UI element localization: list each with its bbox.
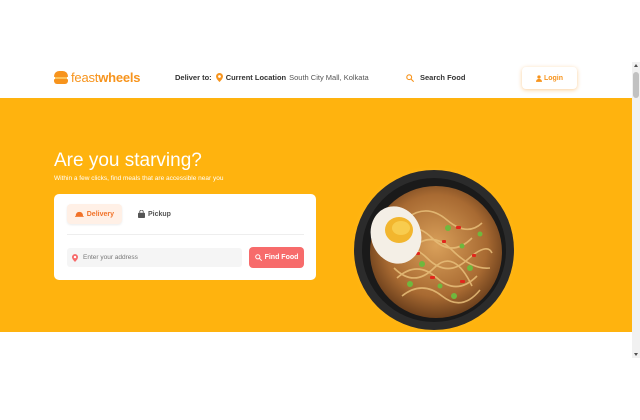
top-navbar: feastwheels Deliver to: Current Location… (0, 62, 632, 98)
order-card: Delivery Pickup Enter your address Find … (54, 194, 316, 280)
tab-pickup-label: Pickup (148, 210, 171, 218)
tab-delivery-label: Delivery (86, 210, 114, 218)
deliver-to-label: Deliver to: (175, 73, 212, 82)
delivery-location[interactable]: Deliver to: Current Location South City … (175, 73, 369, 82)
bag-icon (138, 210, 145, 218)
search-food-link[interactable]: Search Food (406, 73, 465, 82)
logo[interactable]: feastwheels (54, 70, 141, 85)
current-address: South City Mall, Kolkata (289, 73, 369, 82)
noodle-bowl-image (352, 168, 516, 332)
search-food-label: Search Food (420, 73, 466, 82)
scrollbar[interactable] (632, 62, 640, 358)
hero-section: Are you starving? Within a few clicks, f… (0, 98, 632, 332)
food-truck-icon (54, 70, 68, 85)
logo-word-feast: feast (71, 70, 99, 85)
hero-subtitle: Within a few clicks, find meals that are… (54, 175, 224, 182)
tab-pickup[interactable]: Pickup (130, 204, 182, 224)
hero-title: Are you starving? (54, 150, 202, 171)
card-divider (67, 234, 304, 235)
tab-delivery[interactable]: Delivery (67, 204, 122, 224)
search-icon (406, 73, 414, 82)
scroll-down-arrow-icon[interactable] (634, 353, 638, 356)
logo-text: feastwheels (71, 70, 141, 85)
location-pin-icon (72, 253, 78, 262)
scroll-thumb[interactable] (633, 72, 639, 98)
scroll-up-arrow-icon[interactable] (634, 64, 638, 67)
login-button[interactable]: Login (522, 67, 577, 89)
logo-word-wheels: wheels (98, 70, 141, 85)
search-icon (254, 254, 262, 261)
find-food-label: Find Food (264, 254, 299, 261)
page: feastwheels Deliver to: Current Location… (0, 0, 640, 420)
login-label: Login (543, 74, 564, 82)
find-food-button[interactable]: Find Food (249, 247, 304, 268)
location-pin-icon (215, 73, 223, 82)
delivery-icon (75, 211, 84, 217)
user-icon (535, 74, 542, 82)
address-input[interactable] (83, 254, 233, 261)
current-location-label: Current Location (225, 73, 287, 82)
address-field[interactable] (67, 248, 242, 267)
